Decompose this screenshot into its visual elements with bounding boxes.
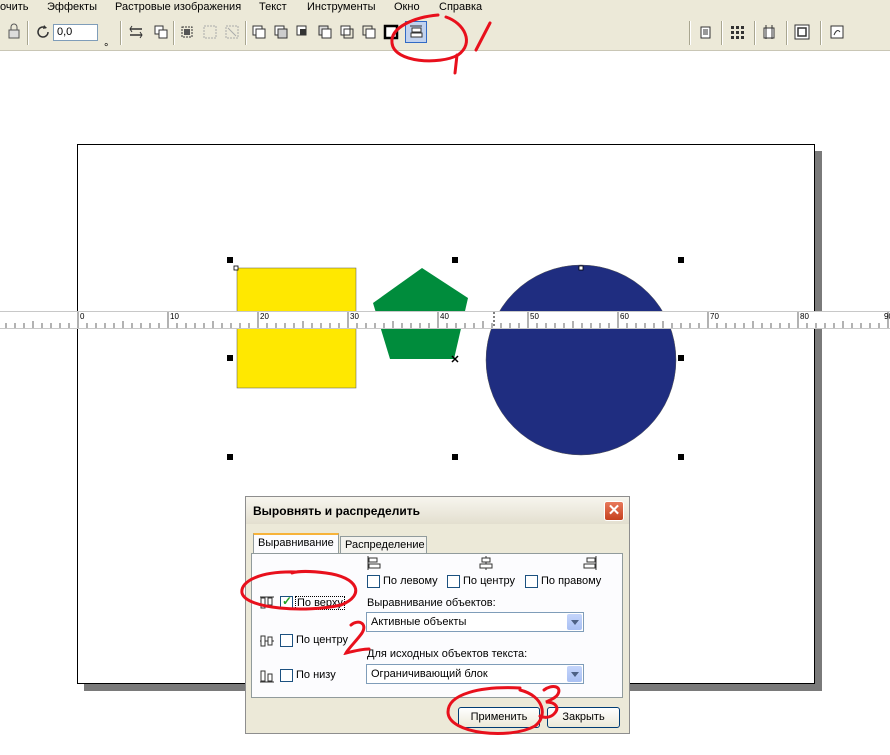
ruler-label: 10 (170, 312, 179, 321)
align-bottom-label: По низу (296, 669, 336, 681)
chevron-down-icon[interactable] (567, 614, 582, 630)
align-center-h-icon (479, 556, 493, 570)
align-right-checkbox[interactable] (525, 575, 538, 588)
align-objects-label: Выравнивание объектов: (367, 597, 496, 609)
ruler-label: 90 (884, 312, 890, 321)
mirror-icon[interactable] (127, 23, 145, 41)
rotate-icon (35, 23, 53, 41)
break-apart-icon[interactable] (201, 23, 219, 41)
align-right-label: По правому (541, 575, 602, 587)
ruler-label: 60 (620, 312, 629, 321)
dialog-title: Выровнять и распределить (253, 504, 420, 518)
lock-icon[interactable] (5, 23, 23, 41)
ungroup-icon[interactable] (223, 23, 241, 41)
ruler-label: 70 (710, 312, 719, 321)
dialog-title-bar[interactable]: Выровнять и распределить ✕ (246, 497, 629, 524)
ruler-label: 20 (260, 312, 269, 321)
menu-item-tools[interactable]: Инструменты (307, 1, 376, 13)
ruler-label: 0 (80, 312, 85, 321)
align-center-h-label: По центру (463, 575, 515, 587)
text-source-value: Ограничивающий блок (371, 668, 488, 680)
align-bottom-icon (260, 670, 274, 683)
menu-item-file-partial[interactable]: очить (0, 1, 29, 13)
ruler-label: 80 (800, 312, 809, 321)
align-center-h-checkbox[interactable] (447, 575, 460, 588)
align-objects-value: Активные объекты (371, 616, 467, 628)
align-left-label: По левому (383, 575, 438, 587)
guidelines-icon[interactable] (760, 23, 778, 41)
align-objects-select[interactable]: Активные объекты (366, 612, 584, 632)
simplify-icon[interactable] (316, 23, 334, 41)
group-icon[interactable] (152, 23, 170, 41)
trim-icon[interactable] (272, 23, 290, 41)
ruler-label: 40 (440, 312, 449, 321)
rotation-input[interactable]: 0,0 (53, 24, 98, 41)
back-minus-front-icon[interactable] (360, 23, 378, 41)
degree-label: ° (104, 42, 109, 54)
tab-alignment[interactable]: Выравнивание (253, 533, 339, 553)
page-frame-icon[interactable] (793, 23, 811, 41)
annotation-circle-3 (446, 685, 561, 736)
horizontal-ruler[interactable]: 0 10 20 30 40 50 60 70 80 90 (0, 311, 890, 329)
convert-icon[interactable] (828, 23, 846, 41)
combine-icon[interactable] (178, 23, 196, 41)
blue-circle[interactable] (485, 264, 677, 456)
menu-item-effects[interactable]: Эффекты (47, 1, 97, 13)
shapes-layer (227, 257, 684, 460)
annotation-circle-2 (240, 570, 371, 655)
weld-icon[interactable] (250, 23, 268, 41)
grid-icon[interactable] (728, 23, 746, 41)
menu-item-text[interactable]: Текст (259, 1, 287, 13)
ruler-label: 30 (350, 312, 359, 321)
front-minus-back-icon[interactable] (338, 23, 356, 41)
text-source-label: Для исходных объектов текста: (367, 648, 528, 660)
tab-distribution[interactable]: Распределение (340, 536, 427, 553)
intersect-icon[interactable] (294, 23, 312, 41)
close-icon[interactable]: ✕ (604, 501, 624, 521)
menu-item-bitmaps[interactable]: Растровые изображения (115, 1, 241, 13)
annotation-circle-1 (390, 13, 492, 75)
wrap-text-icon[interactable] (696, 23, 714, 41)
align-right-icon (583, 556, 597, 570)
ruler-label: 50 (530, 312, 539, 321)
align-bottom-checkbox[interactable] (280, 669, 293, 682)
